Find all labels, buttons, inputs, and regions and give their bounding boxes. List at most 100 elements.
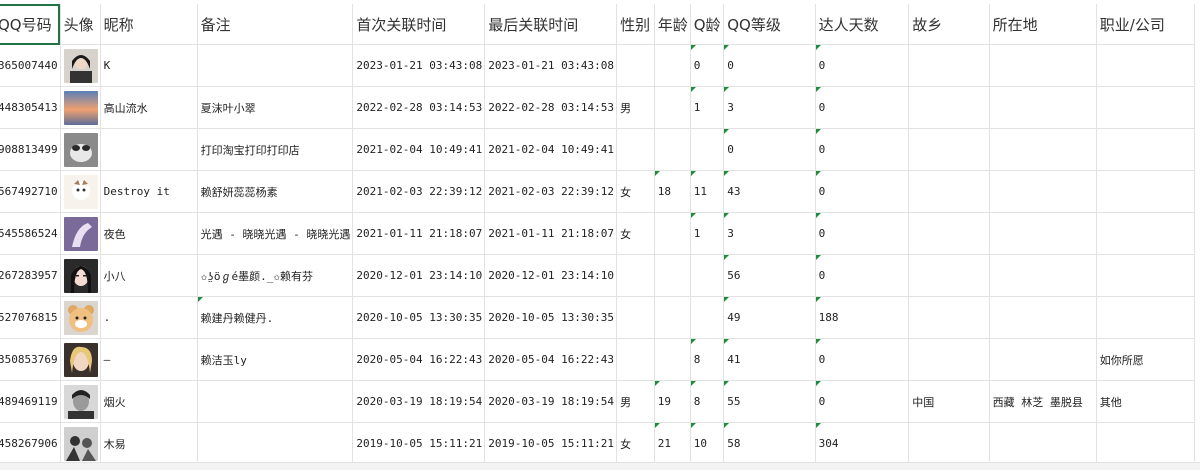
cell-last[interactable]: 2021-02-04 10:49:41: [484, 128, 618, 171]
cell-qq[interactable]: 350853769: [0, 338, 61, 381]
cell-nickname[interactable]: 高山流水: [100, 86, 198, 129]
header-age[interactable]: 年龄: [654, 4, 691, 45]
cell-location[interactable]: [989, 212, 1097, 255]
cell-first[interactable]: 2020-12-01 23:14:10: [352, 254, 486, 297]
cell-last[interactable]: 2021-02-03 22:39:12: [484, 170, 618, 213]
header-note[interactable]: 备注: [197, 4, 354, 45]
cell-job[interactable]: [1096, 254, 1196, 297]
avatar-cell[interactable]: [60, 170, 101, 213]
cell-level[interactable]: 43: [723, 170, 816, 213]
cell-nickname[interactable]: 木易: [100, 422, 198, 465]
cell-gender[interactable]: [616, 44, 655, 87]
cell-first[interactable]: 2022-02-28 03:14:53: [352, 86, 486, 129]
cell-qq[interactable]: 527076815: [0, 296, 61, 339]
cell-qage[interactable]: 10: [690, 422, 725, 465]
cell-age[interactable]: [654, 338, 691, 381]
cell-note[interactable]: [197, 380, 354, 423]
header-nickname[interactable]: 昵称: [100, 4, 198, 45]
cell-qage[interactable]: 1: [690, 86, 725, 129]
cell-location[interactable]: [989, 44, 1097, 87]
cell-last[interactable]: 2021-01-11 21:18:07: [484, 212, 618, 255]
cell-last[interactable]: 2022-02-28 03:14:53: [484, 86, 618, 129]
cell-note[interactable]: 赖舒妍蕊蕊杨素: [197, 170, 354, 213]
cell-nickname[interactable]: .: [100, 296, 198, 339]
cell-job[interactable]: [1096, 422, 1196, 465]
cell-first[interactable]: 2019-10-05 15:11:21: [352, 422, 486, 465]
cell-talent[interactable]: 0: [815, 380, 910, 423]
cell-note[interactable]: 光遇 - 晓晓光遇 - 晓晓光遇: [197, 212, 354, 255]
cell-gender[interactable]: 男: [616, 380, 655, 423]
cell-location[interactable]: 西藏 林芝 墨脱县: [989, 380, 1097, 423]
header-location[interactable]: 所在地: [989, 4, 1097, 45]
cell-gender[interactable]: 男: [616, 86, 655, 129]
cell-age[interactable]: [654, 254, 691, 297]
cell-talent[interactable]: 0: [815, 338, 910, 381]
cell-job[interactable]: [1096, 170, 1196, 213]
cell-nickname[interactable]: 烟火: [100, 380, 198, 423]
cell-note[interactable]: ✩ʖ̤öℊé墨颜._✩赖有芬: [197, 254, 354, 297]
cell-gender[interactable]: [616, 254, 655, 297]
cell-talent[interactable]: 0: [815, 212, 910, 255]
cell-last[interactable]: 2020-05-04 16:22:43: [484, 338, 618, 381]
cell-location[interactable]: [989, 422, 1097, 465]
cell-gender[interactable]: [616, 296, 655, 339]
cell-note[interactable]: 夏沫叶小翠: [197, 86, 354, 129]
cell-level[interactable]: 58: [723, 422, 816, 465]
cell-first[interactable]: 2021-02-03 22:39:12: [352, 170, 486, 213]
header-qq[interactable]: QQ号码: [0, 4, 61, 45]
cell-note[interactable]: 赖洁玉ly: [197, 338, 354, 381]
cell-nickname[interactable]: K: [100, 44, 198, 87]
cell-talent[interactable]: 0: [815, 254, 910, 297]
cell-age[interactable]: 18: [654, 170, 691, 213]
avatar-cell[interactable]: [60, 296, 101, 339]
cell-note[interactable]: 赖建丹赖健丹.: [197, 296, 354, 339]
header-level[interactable]: QQ等级: [723, 4, 816, 45]
cell-age[interactable]: [654, 86, 691, 129]
cell-note[interactable]: [197, 422, 354, 465]
cell-gender[interactable]: [616, 128, 655, 171]
cell-qage[interactable]: [690, 254, 725, 297]
cell-location[interactable]: [989, 86, 1097, 129]
header-last-time[interactable]: 最后关联时间: [484, 4, 618, 45]
header-hometown[interactable]: 故乡: [908, 4, 990, 45]
avatar-cell[interactable]: [60, 86, 101, 129]
cell-qage[interactable]: 8: [690, 338, 725, 381]
cell-nickname[interactable]: 夜色: [100, 212, 198, 255]
cell-hometown[interactable]: [908, 170, 990, 213]
cell-job[interactable]: 其他: [1096, 380, 1196, 423]
header-gender[interactable]: 性别: [616, 4, 655, 45]
cell-note[interactable]: 打印淘宝打印打印店: [197, 128, 354, 171]
cell-job[interactable]: [1096, 128, 1196, 171]
cell-qage[interactable]: [690, 128, 725, 171]
cell-location[interactable]: [989, 338, 1097, 381]
cell-nickname[interactable]: 小八: [100, 254, 198, 297]
avatar-cell[interactable]: [60, 380, 101, 423]
cell-level[interactable]: 3: [723, 86, 816, 129]
cell-note[interactable]: [197, 44, 354, 87]
cell-last[interactable]: 2019-10-05 15:11:21: [484, 422, 618, 465]
cell-gender[interactable]: [616, 338, 655, 381]
cell-qage[interactable]: [690, 296, 725, 339]
cell-gender[interactable]: 女: [616, 422, 655, 465]
cell-hometown[interactable]: [908, 338, 990, 381]
cell-hometown[interactable]: [908, 254, 990, 297]
cell-qq[interactable]: 267283957: [0, 254, 61, 297]
cell-age[interactable]: 19: [654, 380, 691, 423]
avatar-cell[interactable]: [60, 44, 101, 87]
cell-first[interactable]: 2020-10-05 13:30:35: [352, 296, 486, 339]
cell-qq[interactable]: 908813499: [0, 128, 61, 171]
cell-level[interactable]: 55: [723, 380, 816, 423]
cell-qq[interactable]: 448305413: [0, 86, 61, 129]
cell-talent[interactable]: 0: [815, 44, 910, 87]
cell-age[interactable]: [654, 296, 691, 339]
cell-level[interactable]: 0: [723, 44, 816, 87]
cell-talent[interactable]: 0: [815, 86, 910, 129]
cell-location[interactable]: [989, 296, 1097, 339]
cell-level[interactable]: 49: [723, 296, 816, 339]
cell-age[interactable]: [654, 212, 691, 255]
cell-nickname[interactable]: [100, 128, 198, 171]
cell-gender[interactable]: 女: [616, 170, 655, 213]
cell-qq[interactable]: 489469119: [0, 380, 61, 423]
cell-talent[interactable]: 304: [815, 422, 910, 465]
cell-level[interactable]: 41: [723, 338, 816, 381]
